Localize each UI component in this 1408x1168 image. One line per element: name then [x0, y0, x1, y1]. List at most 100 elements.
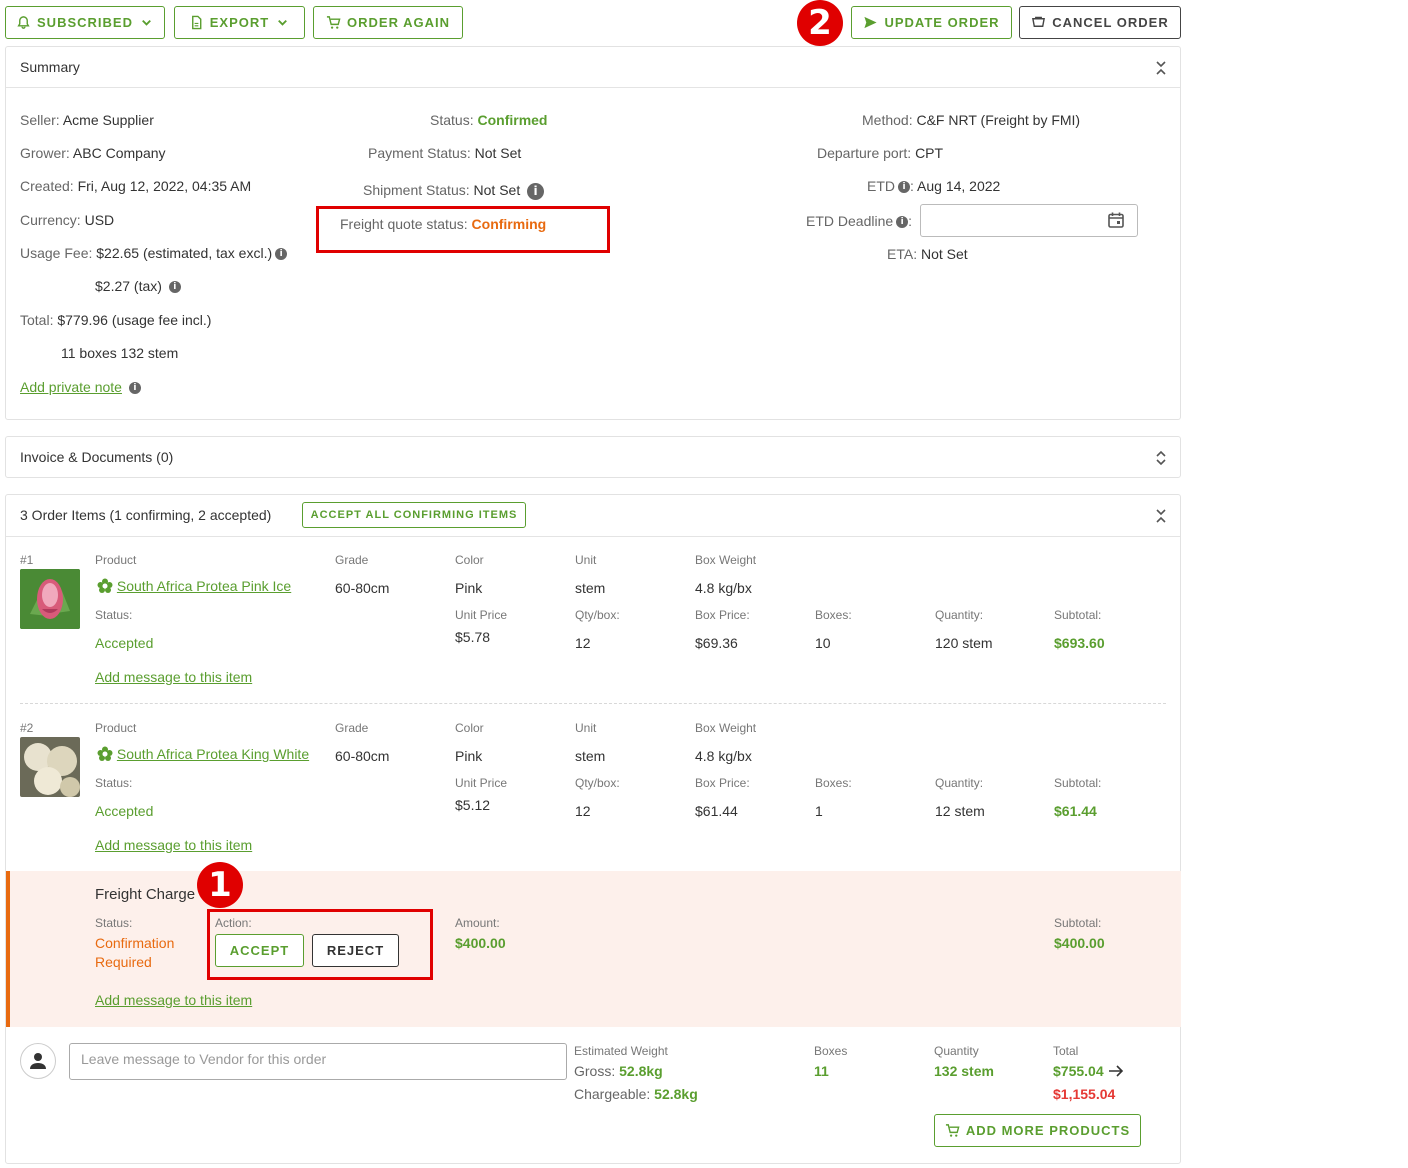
eta-row: ETA: Not Set [887, 246, 968, 262]
etd-deadline-row: ETD Deadline i: [806, 213, 913, 229]
chargeable-value: 52.8kg [654, 1086, 698, 1102]
unit-price-value: $5.78 [455, 629, 491, 645]
box-price-header: Box Price: [695, 776, 750, 790]
vendor-message-placeholder: Leave message to Vendor for this order [81, 1051, 327, 1067]
shipment-status-row: Shipment Status: Not Set i [363, 182, 545, 200]
product-name-row: South Africa Protea King White [97, 746, 309, 762]
total-old-value: $755.04 [1053, 1063, 1104, 1079]
payment-status-value: Not Set [474, 145, 522, 161]
chargeable-row: Chargeable: 52.8kg [574, 1086, 698, 1102]
unit-value: stem [575, 748, 606, 764]
subtotal-header: Subtotal: [1054, 776, 1102, 790]
product-name-link[interactable]: South Africa Protea King White [117, 746, 309, 762]
freight-charge-row: Freight Charge Status: Confirmation Requ… [6, 871, 1181, 1027]
box-weight-value: 4.8 kg/bx [695, 748, 752, 764]
created-row: Created: Fri, Aug 12, 2022, 04:35 AM [20, 178, 251, 194]
cart-cancel-icon [1032, 16, 1046, 27]
freight-status-line2: Required [95, 954, 152, 970]
chevron-down-icon [278, 19, 288, 26]
usage-fee-row: Usage Fee: $22.65 (estimated, tax excl.)… [20, 245, 288, 261]
info-icon[interactable]: i [275, 248, 288, 261]
etd-row: ETD i: Aug 14, 2022 [867, 178, 1001, 194]
add-message-link[interactable]: Add message to this item [95, 837, 252, 853]
seller-row: Seller: Acme Supplier [20, 112, 154, 128]
add-message-link[interactable]: Add message to this item [95, 992, 252, 1008]
status-row: Status: Confirmed [430, 112, 547, 128]
subscribed-button[interactable]: SUBSCRIBED [5, 6, 165, 39]
summary-header[interactable]: Summary [6, 47, 1180, 88]
qty-box-header: Qty/box: [575, 608, 620, 622]
quantity-value: 120 stem [935, 635, 993, 651]
product-thumbnail[interactable] [20, 737, 80, 797]
annotation-badge-1: 1 [197, 862, 243, 908]
collapse-icon[interactable] [1154, 507, 1168, 525]
unit-price-header: Unit Price [455, 608, 508, 622]
info-icon[interactable]: i [896, 216, 909, 229]
cancel-order-button[interactable]: CANCEL ORDER [1019, 6, 1181, 39]
expand-icon[interactable] [1154, 449, 1168, 467]
add-more-products-label: ADD MORE PRODUCTS [965, 1123, 1131, 1138]
product-thumbnail[interactable] [20, 569, 80, 629]
avatar [20, 1043, 56, 1079]
invoice-card[interactable]: Invoice & Documents (0) [5, 436, 1181, 478]
cart-icon [945, 1124, 960, 1137]
boxes-stems-value: 11 boxes 132 stem [61, 345, 179, 361]
box-weight-value: 4.8 kg/bx [695, 580, 752, 596]
box-weight-header: Box Weight [695, 553, 757, 567]
departure-row: Departure port: CPT [817, 145, 943, 161]
total-label: Total: [20, 312, 54, 328]
product-name-link[interactable]: South Africa Protea Pink Ice [117, 578, 291, 594]
update-order-button[interactable]: UPDATE ORDER [851, 6, 1012, 39]
box-weight-header: Box Weight [695, 721, 757, 735]
add-message-link[interactable]: Add message to this item [95, 669, 252, 685]
product-header: Product [95, 553, 137, 567]
currency-label: Currency: [20, 212, 81, 228]
amount-header: Amount: [455, 916, 500, 930]
cart-icon [326, 16, 341, 29]
total-new-value: $1,155.04 [1053, 1086, 1116, 1102]
bell-icon [17, 16, 30, 29]
order-again-button[interactable]: ORDER AGAIN [313, 6, 463, 39]
export-label: EXPORT [209, 15, 270, 30]
grower-row: Grower: ABC Company [20, 145, 166, 161]
info-icon[interactable]: i [128, 382, 141, 395]
etd-deadline-label: ETD Deadline [806, 213, 894, 229]
order-items-header[interactable]: 3 Order Items (1 confirming, 2 accepted)… [6, 495, 1180, 537]
status-value: Confirmed [477, 112, 548, 128]
freight-status-header: Status: [95, 916, 133, 930]
boxes-stems-row: 11 boxes 132 stem [61, 345, 178, 361]
estimated-weight-header: Estimated Weight [574, 1044, 668, 1058]
info-icon[interactable]: i [898, 181, 910, 194]
flower-icon [97, 746, 113, 761]
method-label: Method: [862, 112, 913, 128]
info-icon[interactable]: i [527, 182, 545, 200]
add-more-products-button[interactable]: ADD MORE PRODUCTS [934, 1114, 1141, 1147]
subtotal-header: Subtotal: [1054, 916, 1102, 930]
add-private-note-link[interactable]: Add private note [20, 379, 122, 395]
freight-charge-title: Freight Charge [95, 886, 196, 903]
eta-value: Not Set [920, 246, 968, 262]
etd-value: Aug 14, 2022 [917, 178, 1001, 194]
etd-deadline-input[interactable] [920, 204, 1138, 237]
eta-label: ETA: [887, 246, 918, 262]
summary-title: Summary [20, 59, 80, 75]
gross-row: Gross: 52.8kg [574, 1063, 663, 1079]
shipment-status-value: Not Set [473, 182, 521, 198]
subtotal-value: $61.44 [1054, 803, 1097, 819]
freight-status-line1: Confirmation [95, 935, 175, 951]
collapse-icon[interactable] [1154, 59, 1168, 77]
vendor-message-input[interactable]: Leave message to Vendor for this order [69, 1043, 567, 1080]
box-price-header: Box Price: [695, 608, 750, 622]
info-icon[interactable]: i [168, 281, 181, 294]
seller-label: Seller: [20, 112, 60, 128]
product-header: Product [95, 721, 137, 735]
quantity-total-value: 132 stem [934, 1063, 994, 1079]
currency-row: Currency: USD [20, 212, 114, 228]
accept-all-confirming-button[interactable]: ACCEPT ALL CONFIRMING ITEMS [302, 502, 526, 528]
color-header: Color [455, 553, 484, 567]
calendar-icon[interactable] [1107, 211, 1125, 229]
export-button[interactable]: EXPORT [174, 6, 305, 39]
arrow-right-icon [1108, 1065, 1123, 1077]
color-value: Pink [455, 580, 483, 596]
quantity-header: Quantity: [935, 608, 984, 622]
